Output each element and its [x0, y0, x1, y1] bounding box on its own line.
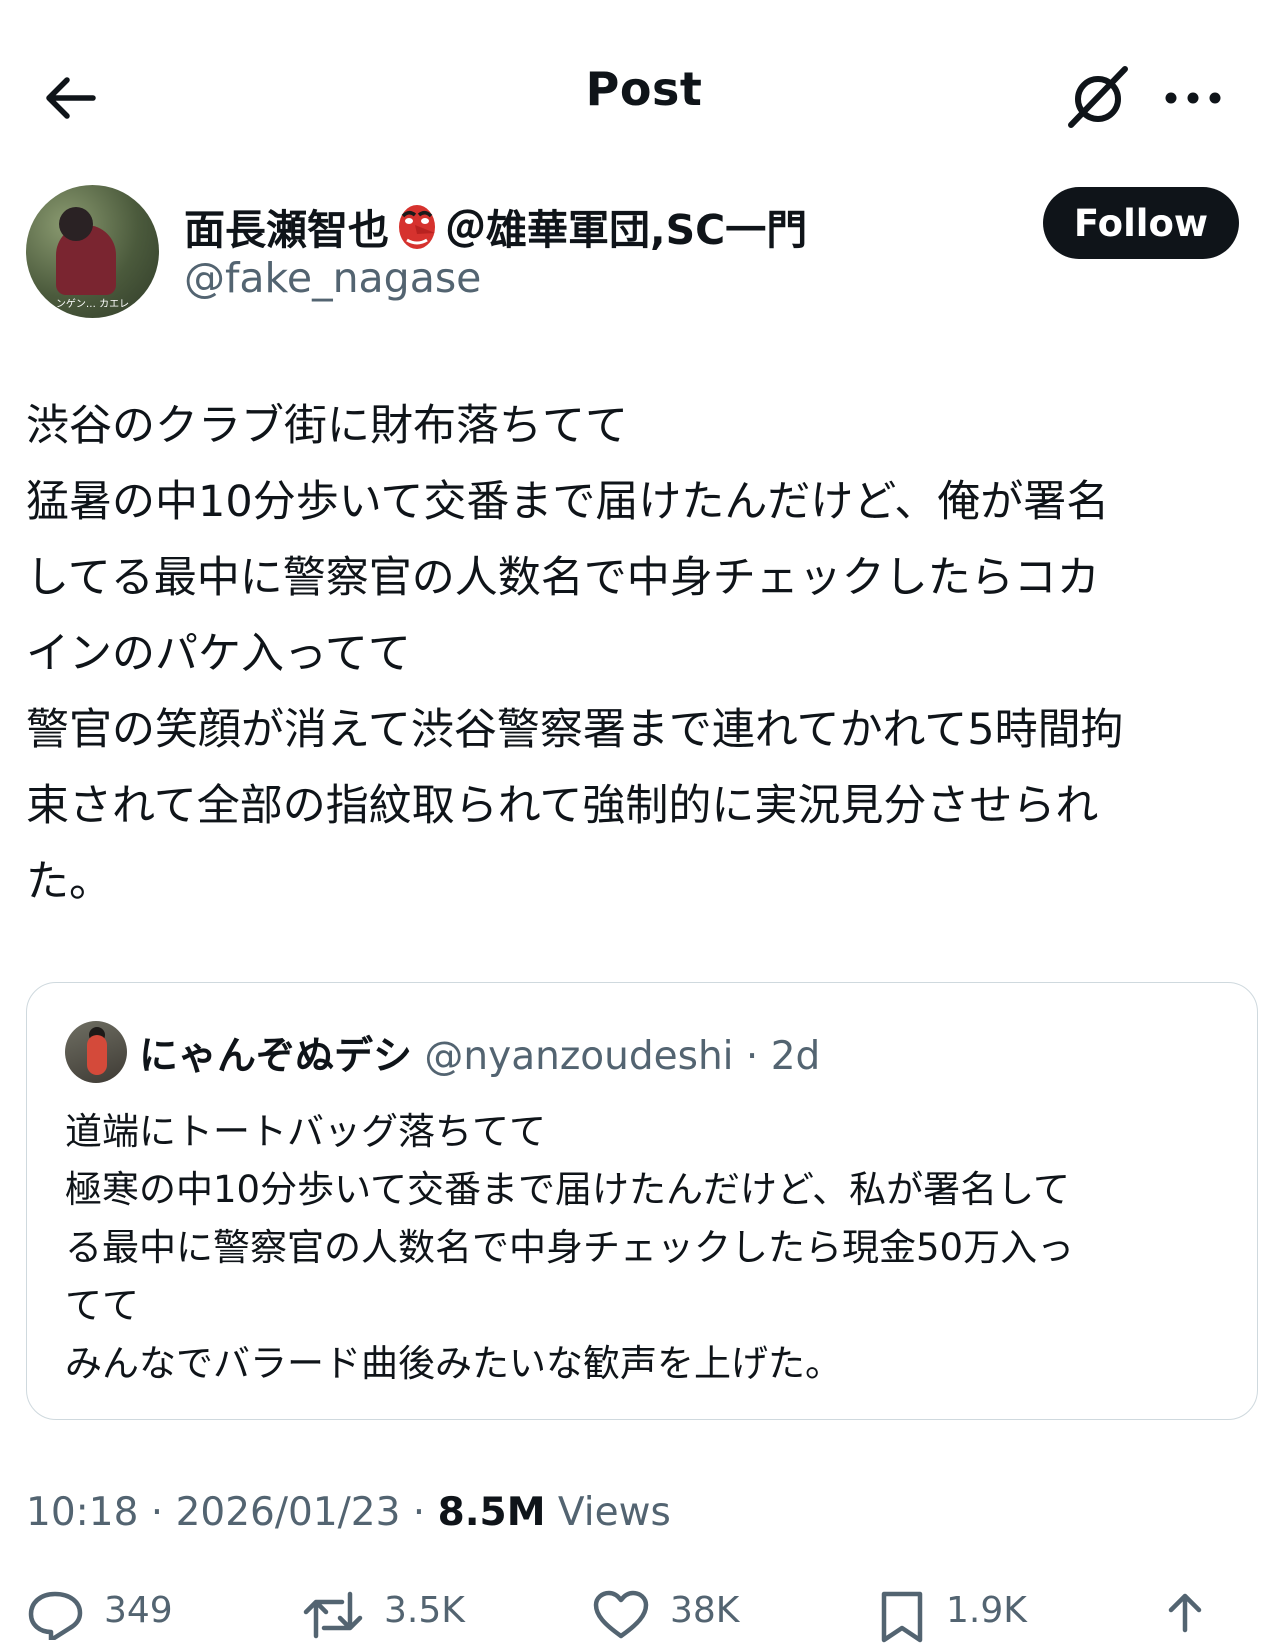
author-name-text: 面長瀬智也 — [184, 206, 389, 254]
repost-icon — [303, 1591, 363, 1639]
meta-separator: · — [400, 1490, 438, 1535]
quoted-line: てて — [65, 1284, 139, 1327]
post-line: インのパケ入ってて — [26, 629, 411, 679]
reply-icon — [28, 1591, 83, 1640]
bookmark-button[interactable]: 1.9K — [878, 1590, 1027, 1644]
views-count[interactable]: 8.5M — [438, 1490, 546, 1535]
action-bar: 349 3.5K 38K 1.9K — [0, 1590, 1288, 1650]
quoted-line: みんなでバラード曲後みたいな歓声を上げた。 — [65, 1342, 842, 1385]
quoted-author-avatar — [65, 1021, 127, 1083]
post-line: 渋谷のクラブ街に財布落ちてて — [26, 401, 628, 451]
post-body: 渋谷のクラブ街に財布落ちてて 猛暑の中10分歩いて交番まで届けたんだけど、俺が署… — [26, 388, 1266, 920]
quoted-separator: · — [733, 1034, 771, 1079]
post-line: 束されて全部の指紋取られて強制的に実況見分させられ — [26, 781, 1099, 831]
reply-button[interactable]: 349 — [26, 1590, 173, 1640]
post-meta: 10:18 · 2026/01/23 · 8.5M Views — [26, 1490, 671, 1535]
quoted-post[interactable]: にゃんぞぬデシ @nyanzoudeshi · 2d 道端にトートバッグ落ちてて… — [26, 982, 1258, 1420]
tengu-mask-icon — [399, 205, 435, 249]
top-bar: Post — [0, 0, 1288, 190]
grok-icon — [1068, 66, 1128, 128]
repost-button[interactable]: 3.5K — [302, 1590, 465, 1640]
post-time: 10:18 — [26, 1490, 139, 1535]
repost-count: 3.5K — [384, 1590, 465, 1631]
quoted-avatar-body — [87, 1035, 107, 1075]
quoted-post-body: 道端にトートバッグ落ちてて 極寒の中10分歩いて交番まで届けたんだけど、私が署名… — [65, 1103, 1225, 1393]
bookmark-icon — [881, 1591, 923, 1643]
more-icon — [1165, 92, 1221, 104]
author-avatar[interactable]: ンゲン… カエレ — [26, 185, 159, 318]
avatar-figure-head — [59, 207, 93, 241]
share-icon — [1168, 1593, 1202, 1633]
grok-button[interactable] — [1062, 62, 1134, 134]
reply-count: 349 — [104, 1590, 173, 1631]
post-line: 警官の笑顔が消えて渋谷警察署まで連れてかれて5時間拘 — [26, 705, 1124, 755]
post-line: してる最中に警察官の人数名で中身チェックしたらコカ — [26, 553, 1100, 603]
quoted-post-header: にゃんぞぬデシ @nyanzoudeshi · 2d — [139, 1025, 820, 1081]
author-name-suffix: ＠雄華軍団,SC一門 — [445, 206, 808, 254]
quoted-line: 道端にトートバッグ落ちてて — [65, 1110, 546, 1153]
post-line: 猛暑の中10分歩いて交番まで届けたんだけど、俺が署名 — [26, 477, 1110, 527]
more-button[interactable] — [1158, 70, 1228, 126]
quoted-timestamp: 2d — [770, 1034, 821, 1079]
author-handle[interactable]: @fake_nagase — [184, 254, 481, 302]
quoted-author-name: にゃんぞぬデシ — [139, 1034, 413, 1079]
like-button[interactable]: 38K — [592, 1590, 739, 1640]
like-count: 38K — [670, 1590, 740, 1631]
heart-icon — [593, 1590, 649, 1639]
bookmark-count: 1.9K — [946, 1590, 1027, 1631]
avatar-caption: ンゲン… カエレ — [55, 299, 130, 310]
quoted-line: る最中に警察官の人数名で中身チェックしたら現金50万入っ — [65, 1226, 1075, 1269]
quoted-author-handle: @nyanzoudeshi — [424, 1034, 734, 1079]
share-button[interactable] — [1160, 1590, 1210, 1644]
views-label: Views — [545, 1490, 671, 1535]
meta-separator: · — [138, 1490, 176, 1535]
author-display-name[interactable]: 面長瀬智也 ＠雄華軍団,SC一門 — [184, 196, 807, 256]
follow-button[interactable]: Follow — [1043, 187, 1239, 259]
post-line: た。 — [26, 857, 112, 907]
post-date: 2026/01/23 — [175, 1490, 401, 1535]
quoted-line: 極寒の中10分歩いて交番まで届けたんだけど、私が署名して — [65, 1168, 1071, 1211]
